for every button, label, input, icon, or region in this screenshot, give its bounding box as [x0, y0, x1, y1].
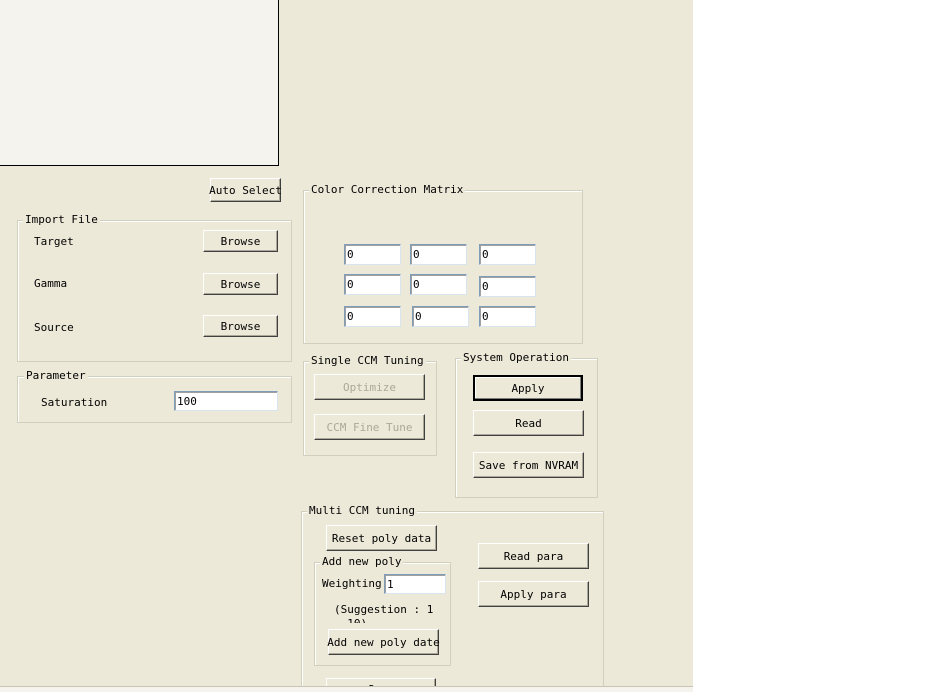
reset-poly-data-button[interactable]: Reset poly data [326, 525, 437, 551]
ccm-fine-tune-button[interactable]: CCM Fine Tune [314, 414, 425, 440]
ccm-cell-r0c2[interactable] [479, 244, 536, 265]
auto-select-button[interactable]: Auto Select [209, 178, 282, 202]
ccm-cell-r2c1[interactable] [412, 306, 469, 327]
horizontal-scrollbar[interactable] [0, 686, 693, 692]
image-preview-panel [0, 0, 279, 166]
read-para-button[interactable]: Read para [478, 543, 589, 569]
ccm-cell-r1c2[interactable] [479, 276, 536, 297]
suggestion-text: (Suggestion : 1 ~ 10) [334, 603, 434, 623]
source-browse-button[interactable]: Browse [203, 315, 278, 337]
apply-button[interactable]: Apply [473, 375, 583, 401]
add-new-poly-title: Add new poly [320, 555, 404, 568]
saturation-label: Saturation [41, 396, 108, 409]
saturation-input[interactable] [174, 391, 278, 411]
system-operation-title: System Operation [461, 351, 571, 364]
target-label: Target [34, 235, 74, 248]
single-ccm-title: Single CCM Tuning [309, 354, 426, 367]
save-from-nvram-button[interactable]: Save from NVRAM [473, 452, 584, 478]
source-label: Source [34, 321, 74, 334]
ccm-tuning-dialog: Auto Select Import File Target Browse Ga… [0, 0, 693, 692]
read-button[interactable]: Read [473, 410, 584, 436]
parameter-title: Parameter [24, 369, 88, 382]
ccm-cell-r1c0[interactable] [344, 274, 401, 295]
ccm-cell-r0c0[interactable] [344, 244, 401, 265]
optimize-button[interactable]: Optimize [314, 374, 425, 400]
weighting-input[interactable] [384, 574, 446, 594]
ccm-cell-r2c2[interactable] [479, 306, 536, 327]
ccm-cell-r2c0[interactable] [344, 306, 401, 327]
ccm-cell-r0c1[interactable] [410, 244, 467, 265]
import-file-title: Import File [23, 213, 100, 226]
weighting-label: Weighting [322, 577, 382, 589]
apply-para-button[interactable]: Apply para [478, 581, 589, 607]
multi-ccm-title: Multi CCM tuning [307, 504, 417, 517]
ccm-title: Color Correction Matrix [309, 183, 466, 196]
gamma-browse-button[interactable]: Browse [203, 273, 278, 295]
add-new-poly-date-button[interactable]: Add new poly date [327, 629, 440, 655]
gamma-label: Gamma [34, 277, 68, 290]
ccm-cell-r1c1[interactable] [410, 274, 467, 295]
target-browse-button[interactable]: Browse [203, 230, 278, 252]
